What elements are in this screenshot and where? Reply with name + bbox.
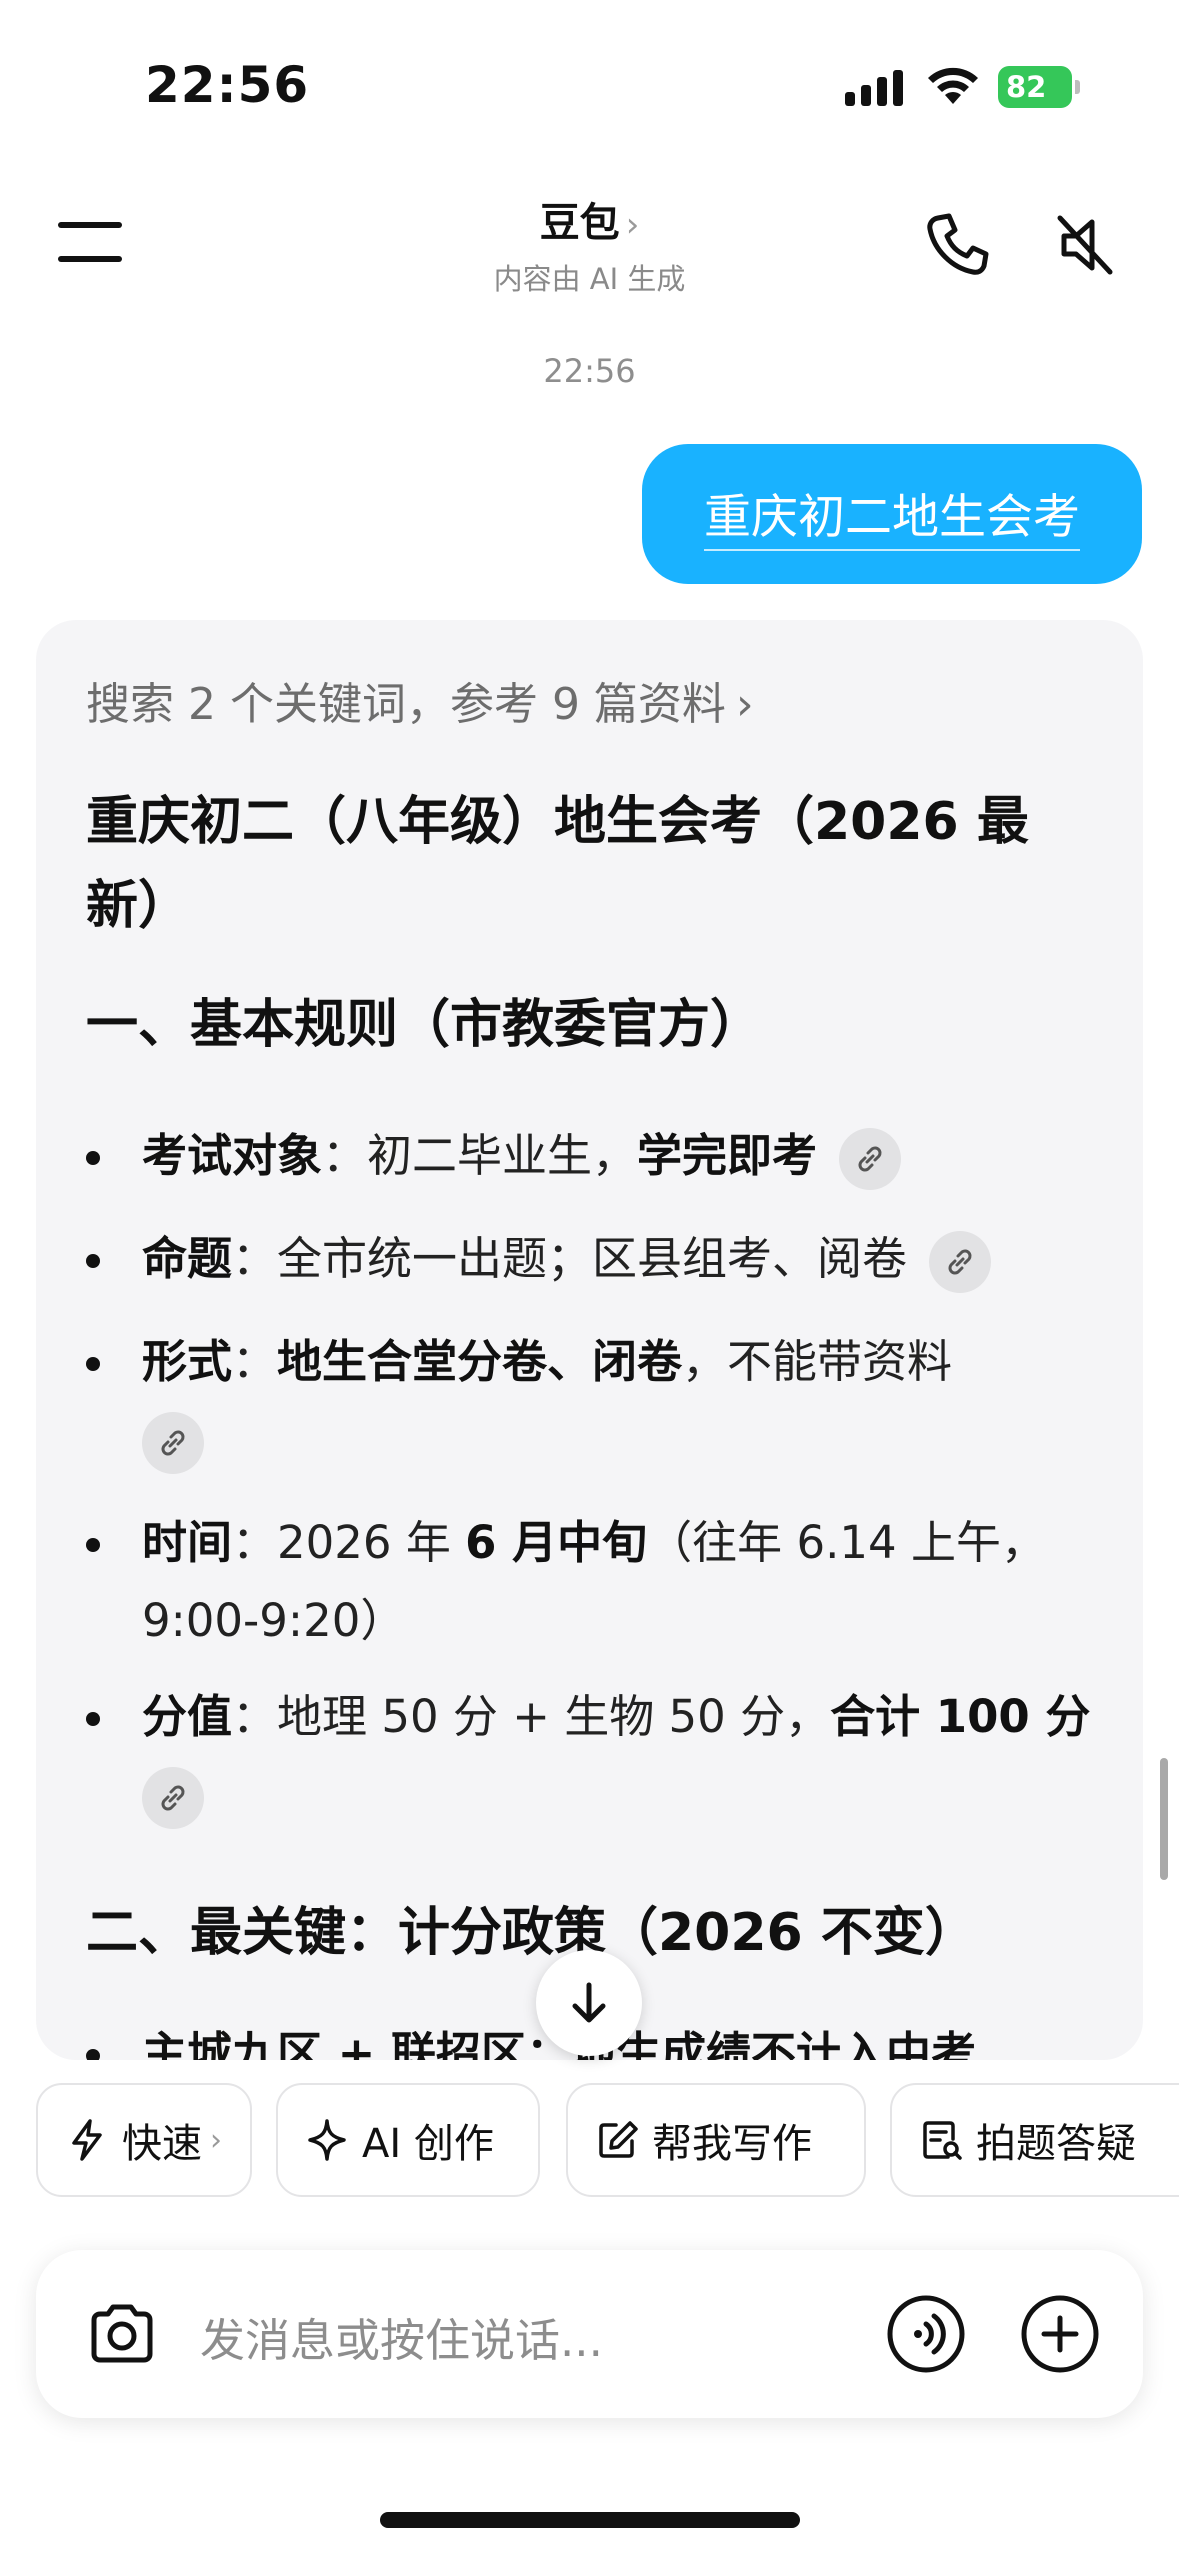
ai-disclaimer: 内容由 AI 生成 <box>493 262 686 296</box>
chat-header: 豆包 › 内容由 AI 生成 <box>0 170 1179 320</box>
message-timestamp: 22:56 <box>543 352 636 390</box>
battery-indicator: 82 <box>998 66 1080 108</box>
bullet-dot <box>86 1712 100 1726</box>
answer-heading: 重庆初二（八年级）地生会考（2026 最新） <box>86 792 1029 936</box>
camera-icon[interactable] <box>82 2294 162 2374</box>
item-sep: ： <box>232 1690 278 1743</box>
item-text: 地理 50 分 + 生物 50 分， <box>277 1690 831 1743</box>
status-bar: 22:56 82 <box>0 0 1179 170</box>
bullet-dot <box>86 1538 100 1552</box>
quick-actions-bar: 快速 › AI 创作 帮我写作 拍题答疑 <box>0 2075 1179 2215</box>
section-heading-1: 一、基本规则（市教委官方） <box>86 995 763 1055</box>
bullet-dot <box>86 1151 100 1165</box>
item-label: 分值 <box>142 1690 233 1743</box>
item-bold: 学完即考 <box>637 1129 818 1182</box>
battery-cap <box>1075 80 1080 94</box>
search-references[interactable]: 搜索 2 个关键词，参考 9 篇资料 › <box>86 668 754 732</box>
item-label: 考试对象 <box>142 1129 323 1182</box>
source-link-icon[interactable] <box>142 1767 204 1829</box>
message-input-bar[interactable]: 发消息或按住说话... <box>36 2250 1143 2418</box>
item-bold: 合计 100 分 <box>830 1690 1091 1743</box>
source-link-icon[interactable] <box>839 1128 902 1190</box>
chevron-right-icon: › <box>625 205 640 245</box>
quick-action-label: 快速 <box>122 2121 202 2167</box>
item-text: 全市统一出题；区县组考、阅卷 <box>277 1232 908 1285</box>
quick-action-label: 拍题答疑 <box>976 2121 1136 2167</box>
section-heading-2: 二、最关键：计分政策（2026 不变） <box>86 1903 977 1963</box>
chevron-right-icon: › <box>735 679 754 730</box>
edit-icon <box>599 2121 638 2158</box>
user-message-text: 重庆初二地生会考 <box>704 478 1080 551</box>
item-sep: ： <box>232 1232 278 1285</box>
item-sep: ： <box>232 1335 278 1388</box>
quick-action-photo-qa[interactable]: 拍题答疑 <box>890 2083 1179 2197</box>
battery-level: 82 <box>998 66 1072 108</box>
plus-icon[interactable] <box>1018 2292 1102 2376</box>
photo-question-icon <box>923 2121 962 2160</box>
sparkle-icon <box>308 2119 346 2161</box>
message-input[interactable]: 发消息或按住说话... <box>200 2304 603 2369</box>
status-time: 22:56 <box>145 56 310 114</box>
arrow-down-icon <box>572 1982 606 2023</box>
scroll-to-bottom-button[interactable] <box>536 1950 642 2056</box>
bullet-dot <box>86 2049 100 2060</box>
bot-name: 豆包 <box>539 200 620 246</box>
quick-action-fast[interactable]: 快速 › <box>36 2083 252 2197</box>
source-link-icon[interactable] <box>929 1231 992 1293</box>
user-message-bubble[interactable]: 重庆初二地生会考 <box>642 444 1142 584</box>
mute-icon[interactable] <box>1050 210 1120 280</box>
source-link-icon[interactable] <box>142 1412 204 1474</box>
item-label: 形式 <box>142 1335 233 1388</box>
search-references-label: 搜索 2 个关键词，参考 9 篇资料 <box>86 679 726 730</box>
item-sep: ： <box>322 1129 368 1182</box>
lightning-icon <box>72 2119 102 2161</box>
item-text: 初二毕业生， <box>367 1129 638 1182</box>
home-indicator[interactable] <box>380 2512 800 2528</box>
item-text: 2026 年 <box>277 1516 466 1569</box>
chevron-right-icon: › <box>210 2122 222 2158</box>
item-text: ，不能带资料 <box>682 1335 953 1388</box>
wifi-icon <box>928 67 978 104</box>
voice-icon[interactable] <box>884 2292 968 2376</box>
item-label: 时间 <box>142 1516 233 1569</box>
item-label: 命题 <box>142 1232 233 1285</box>
item-bold: 6 月中旬 <box>465 1516 648 1569</box>
scrollbar[interactable] <box>1160 1758 1168 1880</box>
item-bold: 地生合堂分卷、闭卷 <box>277 1335 683 1388</box>
assistant-answer-card: 搜索 2 个关键词，参考 9 篇资料 › 重庆初二（八年级）地生会考（2026 最… <box>36 620 1143 2060</box>
bullet-dot <box>86 1254 100 1268</box>
bullet-dot <box>86 1357 100 1371</box>
quick-action-label: AI 创作 <box>362 2121 494 2167</box>
cellular-signal-icon <box>845 70 903 106</box>
quick-action-ai-create[interactable]: AI 创作 <box>276 2083 540 2197</box>
quick-action-write[interactable]: 帮我写作 <box>566 2083 866 2197</box>
phone-icon[interactable] <box>922 210 992 280</box>
item-sep: ： <box>232 1516 278 1569</box>
bot-title[interactable]: 豆包 › <box>0 190 1179 248</box>
quick-action-label: 帮我写作 <box>652 2121 812 2167</box>
